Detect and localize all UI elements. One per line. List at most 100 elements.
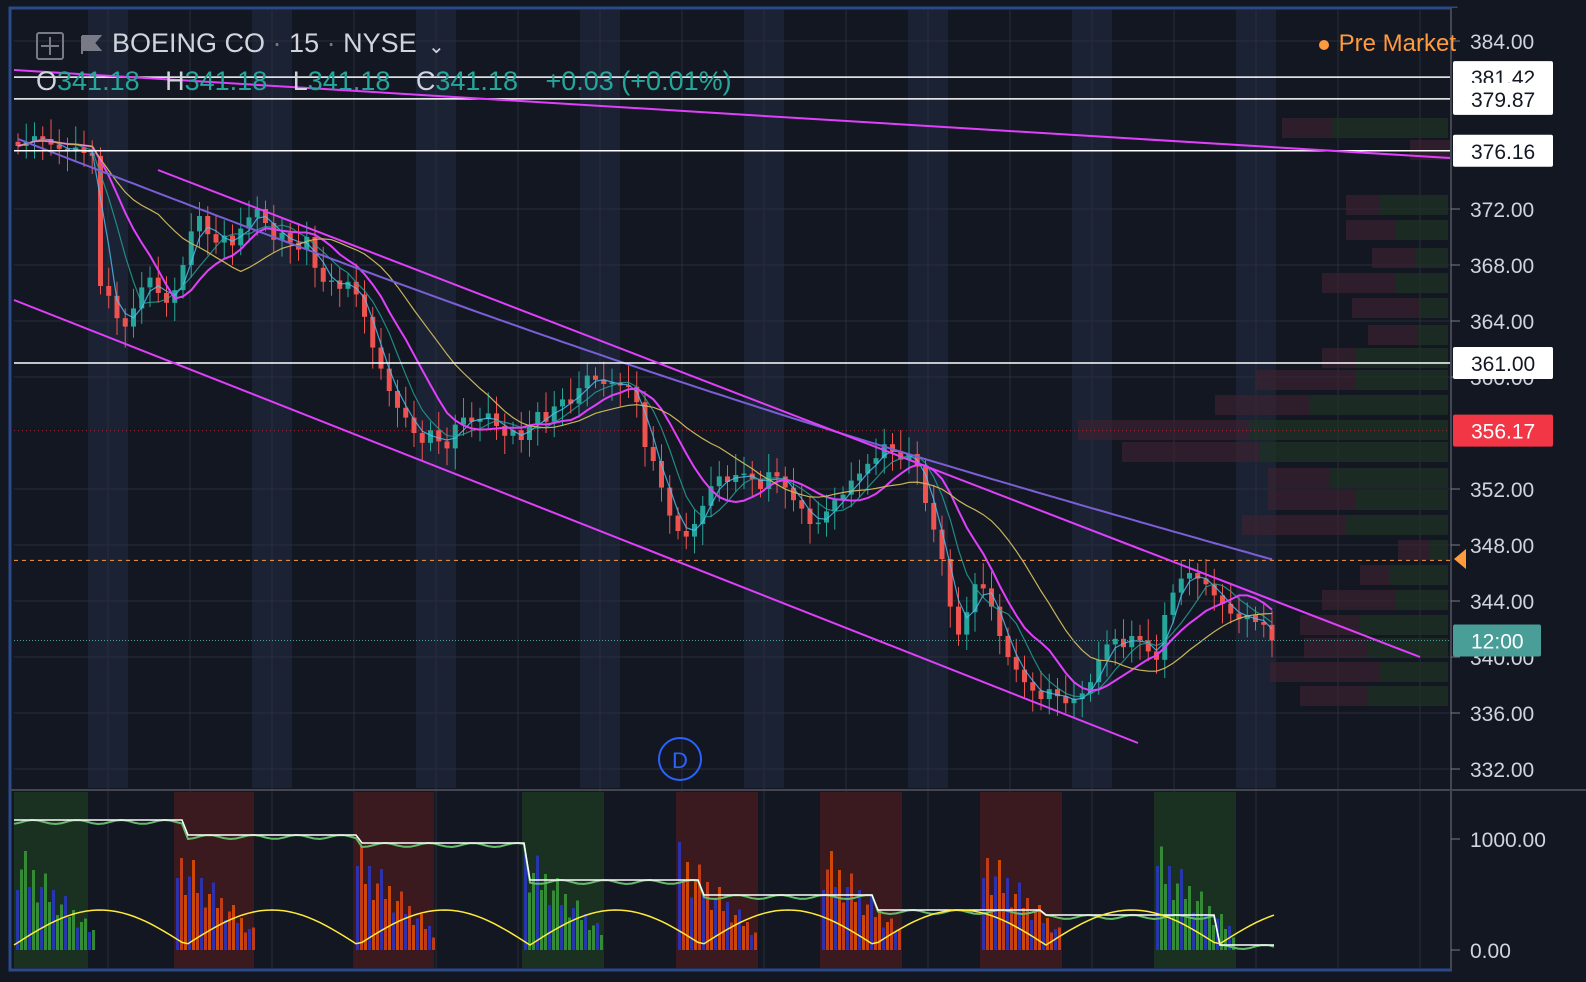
volume-profile-bar-down <box>1352 298 1420 318</box>
histogram-bar <box>80 922 83 950</box>
histogram-bar <box>1042 923 1045 950</box>
histogram-bar <box>16 890 19 950</box>
histogram-bar <box>994 876 997 950</box>
volume-profile-bar-up <box>1415 248 1448 268</box>
candle-body <box>147 277 153 288</box>
volume-profile-bar-up <box>1345 515 1448 535</box>
candle-body <box>213 234 219 243</box>
histogram-bar <box>208 894 211 950</box>
histogram-bar <box>212 882 215 950</box>
volume-profile-bar-down <box>1078 420 1250 440</box>
histogram-bar <box>1034 911 1037 950</box>
histogram-bar <box>706 882 709 950</box>
histogram-bar <box>428 926 431 950</box>
histogram-bar <box>192 860 195 950</box>
histogram-bar <box>32 870 35 950</box>
histogram-bar <box>1006 878 1009 950</box>
histogram-bar <box>678 842 681 950</box>
histogram-bar <box>432 937 435 950</box>
histogram-bar <box>1176 883 1179 950</box>
candle-body <box>1038 690 1044 699</box>
high-value: 341.18 <box>184 66 268 96</box>
price-tick-label: 368.00 <box>1470 255 1534 278</box>
histogram-bar <box>20 869 23 950</box>
histogram-bar <box>850 873 853 950</box>
volume-profile-bar-up <box>1310 395 1448 415</box>
volume-profile-bar-down <box>1242 515 1345 535</box>
histogram-bar <box>1172 900 1175 950</box>
volume-profile-bar-down <box>1372 248 1415 268</box>
histogram-bar <box>180 858 183 950</box>
candle-body <box>122 318 128 327</box>
volume-profile-bar-down <box>1346 195 1380 215</box>
add-symbol-icon[interactable] <box>36 32 64 60</box>
histogram-bar <box>376 883 379 950</box>
histogram-bar <box>196 893 199 950</box>
histogram-bar <box>702 896 705 950</box>
candle-body <box>197 216 202 232</box>
histogram-bar <box>1212 925 1215 950</box>
histogram-bar <box>726 902 729 950</box>
histogram-bar <box>552 890 555 950</box>
volume-profile-bar-up <box>1332 118 1448 138</box>
histogram-bar <box>24 851 27 950</box>
histogram-bar <box>372 900 375 950</box>
volume-profile-bar-up <box>1430 540 1448 560</box>
candle-body <box>1013 657 1019 670</box>
histogram-bar <box>424 929 427 950</box>
candle-body <box>650 447 656 461</box>
histogram-bar <box>738 909 741 950</box>
histogram-bar <box>84 918 87 950</box>
candle-body <box>857 473 862 481</box>
histogram-bar <box>584 914 587 950</box>
symbol-name[interactable]: BOEING CO <box>112 28 265 58</box>
volume-profile-bar-up <box>1390 565 1448 585</box>
histogram-bar <box>76 927 79 950</box>
open-value: 341.18 <box>57 66 140 96</box>
volume-profile-bar-down <box>1322 590 1395 610</box>
interval[interactable]: 15 <box>289 28 319 58</box>
histogram-bar <box>388 886 391 950</box>
histogram-bar <box>216 908 219 950</box>
flag-icon[interactable] <box>80 34 102 56</box>
candle-body <box>716 476 722 487</box>
histogram-bar <box>1018 882 1021 950</box>
histogram-bar <box>572 908 575 950</box>
histogram-bar <box>878 910 881 950</box>
price-label-text: 361.00 <box>1471 353 1535 376</box>
histogram-bar <box>1156 866 1159 950</box>
histogram-bar <box>858 890 861 950</box>
histogram-bar <box>60 904 63 950</box>
volume-profile-bar-down <box>1270 662 1380 682</box>
histogram-bar <box>990 895 993 950</box>
volume-profile-bar-up <box>1260 442 1448 462</box>
volume-profile-bar-down <box>1268 490 1355 510</box>
histogram-bar <box>560 905 563 950</box>
candle-body <box>980 584 986 589</box>
chevron-down-icon[interactable]: ⌄ <box>428 34 445 59</box>
histogram-bar <box>204 907 207 950</box>
candle-body <box>1178 578 1184 593</box>
histogram-bar <box>1058 927 1061 950</box>
candle-body <box>320 267 326 282</box>
histogram-bar <box>1010 907 1013 950</box>
histogram-bar <box>822 890 825 950</box>
dividend-event-badge[interactable]: D <box>658 737 702 781</box>
candle-body <box>939 529 945 559</box>
histogram-bar <box>184 895 187 950</box>
histogram-bar <box>1196 901 1199 950</box>
volume-profile-bar-down <box>1398 540 1430 560</box>
volume-profile-bar-down <box>1322 348 1355 368</box>
histogram-bar <box>36 902 39 950</box>
histogram-bar <box>998 860 1001 950</box>
histogram-bar <box>412 925 415 950</box>
candle-body <box>1046 689 1052 699</box>
symbol-header[interactable]: BOEING CO · 15 · NYSE <box>112 28 417 59</box>
histogram-bar <box>48 902 51 950</box>
candle-body <box>1112 638 1118 645</box>
price-chart[interactable]: 384.00372.00368.00364.00360.00352.00348.… <box>0 0 1586 982</box>
price-tick-label: 344.00 <box>1470 591 1534 614</box>
volume-profile-bar-down <box>1304 638 1368 658</box>
candle-body <box>188 231 194 265</box>
histogram-bar <box>556 878 559 950</box>
